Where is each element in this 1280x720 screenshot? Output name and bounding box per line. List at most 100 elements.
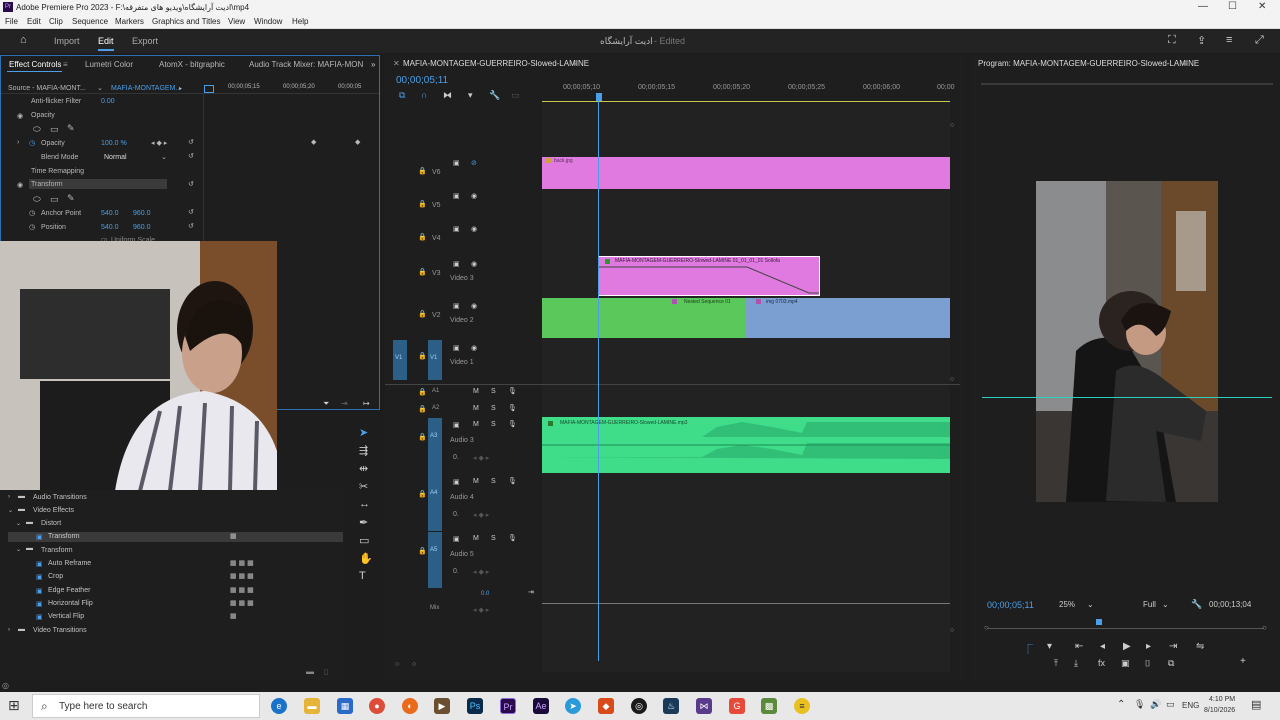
step-back-icon[interactable]: ◂	[1100, 641, 1105, 652]
app-g-icon[interactable]: G	[729, 698, 745, 714]
zoom-dropdown[interactable]: 25%	[1059, 600, 1075, 609]
snap-icon[interactable]: ∩	[421, 90, 427, 100]
mic-icon[interactable]: 🎙	[508, 420, 517, 428]
eye-icon[interactable]: ◉	[471, 192, 477, 200]
close-icon[interactable]: ✕	[1258, 1, 1266, 12]
ripple-edit-tool-icon[interactable]: ⇹	[359, 462, 368, 475]
expand-icon[interactable]: ⤢	[1255, 34, 1264, 47]
menu-window[interactable]: Window	[254, 17, 282, 26]
timeline-timecode[interactable]: 00;00;05;11	[396, 75, 448, 86]
clock-time[interactable]: 4:10 PM	[1209, 696, 1235, 703]
track-id[interactable]: V5	[432, 202, 441, 209]
guide-line[interactable]	[982, 397, 1272, 398]
maximize-icon[interactable]: ☐	[1228, 1, 1237, 12]
track-volume[interactable]: 0.	[453, 511, 459, 518]
close-tab-icon[interactable]: ✕	[393, 59, 400, 68]
effect-vertical-flip[interactable]: Vertical Flip	[48, 613, 84, 620]
eye-icon[interactable]: ◉	[471, 302, 477, 310]
opacity-keyframe-line[interactable]	[599, 257, 820, 296]
mute-button[interactable]: M	[473, 405, 479, 412]
track-select-tool-icon[interactable]: ⇶	[359, 444, 368, 457]
minimize-icon[interactable]: —	[1198, 1, 1208, 12]
sync-lock-icon[interactable]: ▣	[453, 260, 460, 268]
effect-edge-feather[interactable]: Edge Feather	[48, 587, 90, 594]
lock-icon[interactable]: 🔒	[418, 490, 427, 498]
settings-wrench-icon[interactable]: 🔧	[489, 90, 500, 101]
taskbar-search-box[interactable]: ⌕ Type here to search	[32, 694, 260, 718]
scroll-handle-icon[interactable]: ○	[950, 627, 954, 634]
tab-effect-controls[interactable]: Effect Controls	[9, 60, 61, 69]
chevron-down-icon[interactable]: ⌄	[1087, 600, 1094, 609]
firefox-icon[interactable]: ◐	[402, 698, 418, 714]
mark-in-icon[interactable]: ⎾	[1023, 641, 1033, 656]
lock-icon[interactable]: 🔒	[418, 405, 427, 413]
keyframe-nav-icon[interactable]: ◂ ◆ ▸	[473, 454, 489, 462]
position-x-value[interactable]: 540.0	[101, 224, 119, 231]
fx-icon[interactable]: fx	[1098, 658, 1105, 668]
type-tool-icon[interactable]: T	[359, 570, 366, 582]
app-shield-icon[interactable]: ◆	[598, 698, 614, 714]
transform-eye-icon[interactable]: ◉	[17, 181, 23, 189]
nest-icon[interactable]: ⧉	[399, 90, 405, 101]
tab-menu-icon[interactable]: ≡	[1182, 59, 1187, 68]
reset-icon[interactable]: ↺	[188, 222, 194, 230]
lock-icon[interactable]: 🔒	[418, 167, 427, 175]
track-id[interactable]: V4	[432, 235, 441, 242]
network-icon[interactable]: ▭	[1166, 699, 1175, 710]
program-video-frame[interactable]	[1036, 181, 1218, 502]
mic-icon[interactable]: 🎙	[508, 534, 517, 542]
lock-icon[interactable]: 🔒	[418, 352, 427, 360]
after-effects-icon[interactable]: Ae	[533, 698, 549, 714]
menu-markers[interactable]: Markers	[115, 17, 144, 26]
chrome-icon[interactable]: ●	[369, 698, 385, 714]
tab-lumetri-color[interactable]: Lumetri Color	[85, 60, 133, 69]
scroll-handle-icon[interactable]: ○	[950, 122, 954, 129]
share-icon[interactable]: ⇪	[1197, 34, 1206, 47]
minecraft-icon[interactable]: ▩	[761, 698, 777, 714]
jump-icon[interactable]: ↦	[363, 399, 370, 408]
solo-button[interactable]: S	[491, 388, 496, 395]
mix-end-icon[interactable]: ⇥	[528, 588, 534, 596]
mute-button[interactable]: M	[473, 421, 479, 428]
eye-icon[interactable]: ◉	[471, 225, 477, 233]
clock-date[interactable]: 8/10/2026	[1204, 707, 1235, 714]
sync-lock-icon[interactable]: ▣	[453, 344, 460, 352]
track-volume[interactable]: 0.	[453, 454, 459, 461]
sync-lock-icon[interactable]: ▣	[453, 225, 460, 233]
keyframe-nav-icon[interactable]: ◂ ◆ ▸	[151, 139, 167, 147]
language-indicator[interactable]: ENG	[1182, 701, 1199, 710]
keyframe-icon[interactable]: ◆	[355, 138, 360, 146]
nav-export[interactable]: Export	[132, 36, 158, 46]
lock-icon[interactable]: 🔒	[418, 233, 427, 241]
notifications-icon[interactable]: ▤	[1251, 698, 1261, 711]
sequence-arrow-icon[interactable]: ▸	[179, 85, 182, 92]
chevron-down-icon[interactable]: ⌄	[1162, 600, 1169, 609]
lock-icon[interactable]: 🔒	[418, 200, 427, 208]
mic-icon[interactable]: 🎙	[508, 477, 517, 485]
trim-icon[interactable]: ⇋	[1196, 641, 1204, 652]
caption-icon[interactable]: ▭	[511, 90, 520, 101]
lock-icon[interactable]: 🔒	[418, 268, 427, 276]
premiere-icon[interactable]: Pr	[500, 698, 516, 714]
edge-icon[interactable]: e	[271, 698, 287, 714]
toggle-output-icon[interactable]: ⊘	[471, 159, 477, 167]
program-playhead[interactable]	[1096, 619, 1102, 625]
distort-transform-effect[interactable]: Transform	[48, 533, 80, 540]
steam-icon[interactable]: ♨	[663, 698, 679, 714]
nav-edit[interactable]: Edit	[98, 36, 114, 46]
video-effects-item[interactable]: Video Effects	[33, 507, 74, 514]
playhead-line[interactable]	[598, 101, 599, 661]
nav-import[interactable]: Import	[54, 36, 80, 46]
step-forward-icon[interactable]: ▸	[1146, 641, 1151, 652]
sync-lock-icon[interactable]: ▣	[453, 159, 460, 167]
telegram-icon[interactable]: ➤	[565, 698, 581, 714]
program-scrubber[interactable]	[988, 628, 1264, 629]
pen-mask-icon[interactable]: ✎	[67, 123, 75, 134]
volume-icon[interactable]: 🔊	[1150, 699, 1161, 710]
menu-file[interactable]: File	[5, 17, 18, 26]
eye-icon[interactable]: ◉	[471, 260, 477, 268]
ellipse-mask-icon[interactable]: ⬭	[33, 124, 41, 135]
menu-sequence[interactable]: Sequence	[72, 17, 108, 26]
scroll-handle-icon[interactable]: ○	[984, 623, 989, 632]
reset-icon[interactable]: ↺	[188, 208, 194, 216]
